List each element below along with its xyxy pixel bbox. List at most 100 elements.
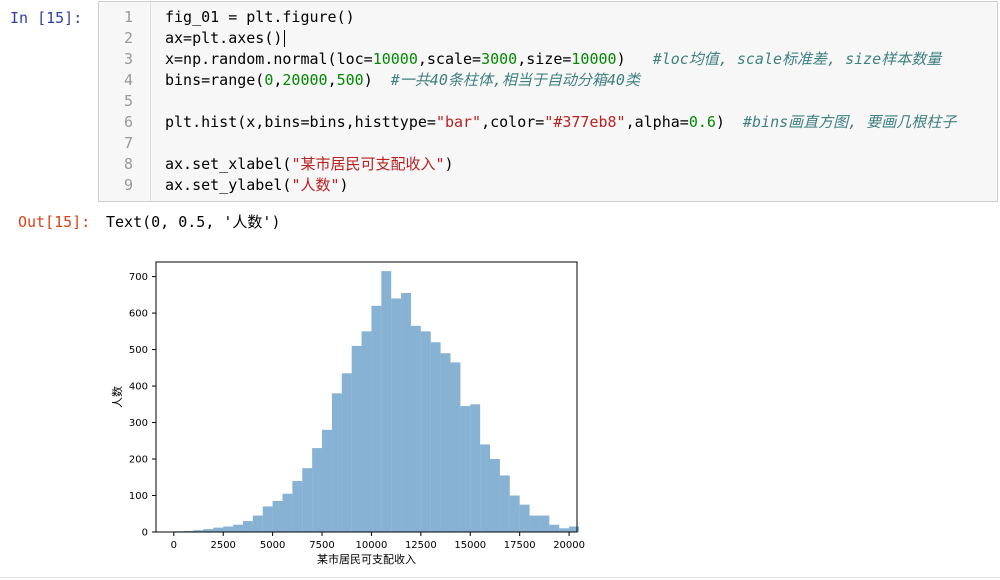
x-tick-label: 20000: [553, 540, 585, 551]
histogram-bar: [519, 504, 530, 532]
line-number: 3: [123, 50, 133, 68]
line-number: 8: [123, 155, 133, 173]
histogram-bar: [302, 468, 313, 532]
code-token: ,color=: [481, 113, 545, 131]
output-prompt: Out[15]:: [18, 213, 91, 231]
histogram-bar: [223, 526, 234, 532]
histogram-bar: [272, 500, 283, 532]
line-number: 2: [123, 29, 133, 47]
code-line[interactable]: ax.set_ylabel("人数"): [165, 175, 349, 196]
histogram-bar: [282, 493, 293, 532]
histogram-bar: [351, 345, 362, 532]
code-token: ,alpha=: [625, 113, 689, 131]
line-number: 7: [123, 134, 133, 152]
y-tick-label: 0: [142, 528, 148, 539]
code-line[interactable]: fig_01 = plt.figure(): [165, 7, 355, 28]
code-token: 10000: [571, 50, 617, 68]
line-number: 6: [123, 113, 133, 131]
code-token: 3000: [481, 50, 518, 68]
line-number: 1: [123, 8, 133, 26]
code-token: ax.set_ylabel(: [165, 176, 292, 194]
histogram-bar: [410, 325, 421, 532]
histogram-bar: [450, 362, 461, 532]
histogram-bar: [252, 515, 263, 532]
histogram-bar: [539, 515, 550, 532]
code-token: bins=range(: [165, 71, 265, 89]
y-tick-label: 600: [129, 309, 148, 320]
y-tick-label: 400: [129, 382, 148, 393]
text-cursor: [284, 30, 286, 47]
code-token: #bins画直方图, 要画几根柱子: [743, 113, 957, 131]
y-axis-label: 人数: [111, 386, 124, 408]
code-token: ,: [327, 71, 337, 89]
code-token: "#377eb8": [544, 113, 626, 131]
x-axis-label: 某市居民可支配收入: [317, 552, 416, 566]
histogram-bar: [391, 298, 402, 532]
code-token: ax.set_xlabel(: [165, 155, 292, 173]
code-token: "bar": [435, 113, 482, 131]
y-tick-label: 100: [129, 491, 148, 502]
code-line[interactable]: ax=plt.axes(): [165, 28, 286, 49]
histogram-bar: [361, 331, 372, 532]
y-tick-label: 300: [129, 418, 148, 429]
histogram-bar: [420, 331, 431, 532]
code-token: ): [444, 155, 454, 173]
x-tick-label: 10000: [356, 540, 388, 551]
line-number: 9: [123, 176, 133, 194]
histogram-chart: 0 2500 5000 7500 10000 12500 15000 17500 20000 0 1…: [104, 256, 604, 576]
histogram-bar: [490, 459, 500, 532]
code-token: plt.hist(x,bins=bins,histtype=: [165, 113, 436, 131]
output-text: Text(0, 0.5, '人数'): [106, 213, 281, 231]
code-line[interactable]: plt.hist(x,bins=bins,histtype="bar",colo…: [165, 112, 956, 133]
line-number: 4: [123, 71, 133, 89]
histogram-bar: [509, 495, 520, 532]
histogram-bar: [242, 521, 253, 532]
code-token: x=np.random.normal(loc=: [165, 50, 373, 68]
code-line[interactable]: bins=range(0,20000,500) #一共40条柱体,相当于自动分箱…: [165, 70, 640, 91]
histogram-bar: [262, 506, 273, 532]
histogram-bar: [529, 515, 540, 532]
histogram-bar: [341, 373, 352, 532]
histogram-bar: [371, 305, 382, 532]
y-tick-label: 500: [129, 345, 148, 356]
code-token: 10000: [372, 50, 418, 68]
histogram-bar: [480, 444, 491, 532]
x-tick-label: 15000: [454, 540, 486, 551]
code-token: ): [339, 176, 349, 194]
x-tick-label: 0: [171, 540, 177, 551]
histogram-bar: [233, 524, 243, 532]
code-token: ): [363, 71, 391, 89]
code-token: ,scale=: [417, 50, 482, 68]
code-cell-input[interactable]: 1 2 3 4 5 6 7 8 9 fig_01 = plt.figure() ax=plt.ax…: [98, 1, 998, 202]
y-tick-label: 700: [129, 272, 148, 283]
input-prompt: In [15]:: [10, 9, 83, 27]
code-token: #loc均值, scale标准差, size样本数量: [652, 50, 942, 68]
code-token: 20000: [282, 71, 328, 89]
histogram-bar: [322, 429, 332, 532]
histogram-bar: [430, 342, 441, 532]
x-tick-label: 5000: [260, 540, 285, 551]
histogram-bar: [401, 293, 411, 532]
histogram-bar: [460, 406, 471, 532]
code-token: ): [715, 113, 743, 131]
histogram-bar: [549, 524, 560, 532]
x-tick-label: 17500: [504, 540, 536, 551]
histogram-svg: 0 2500 5000 7500 10000 12500 15000 17500 20000 0 1…: [111, 261, 585, 566]
code-line[interactable]: ax.set_xlabel("某市居民可支配收入"): [165, 154, 454, 175]
line-number-gutter: 1 2 3 4 5 6 7 8 9: [99, 2, 151, 201]
code-line[interactable]: x=np.random.normal(loc=10000,scale=3000,…: [165, 49, 941, 70]
cell-divider: [0, 577, 1000, 578]
histogram-bar: [559, 528, 570, 532]
histogram-bar: [470, 404, 481, 532]
line-number: 5: [123, 92, 133, 110]
histogram-bar: [312, 448, 323, 532]
histogram-bar: [331, 393, 342, 532]
code-token: fig_01 = plt.figure(): [165, 8, 355, 26]
code-token: 0.6: [688, 113, 716, 131]
code-token: ax=plt.axes(): [165, 29, 283, 47]
code-token: "某市居民可支配收入": [291, 155, 445, 173]
x-tick-label: 12500: [405, 540, 437, 551]
code-token: 500: [336, 71, 364, 89]
code-token: #一共40条柱体,相当于自动分箱40类: [390, 71, 640, 89]
x-tick-label: 2500: [210, 540, 235, 551]
